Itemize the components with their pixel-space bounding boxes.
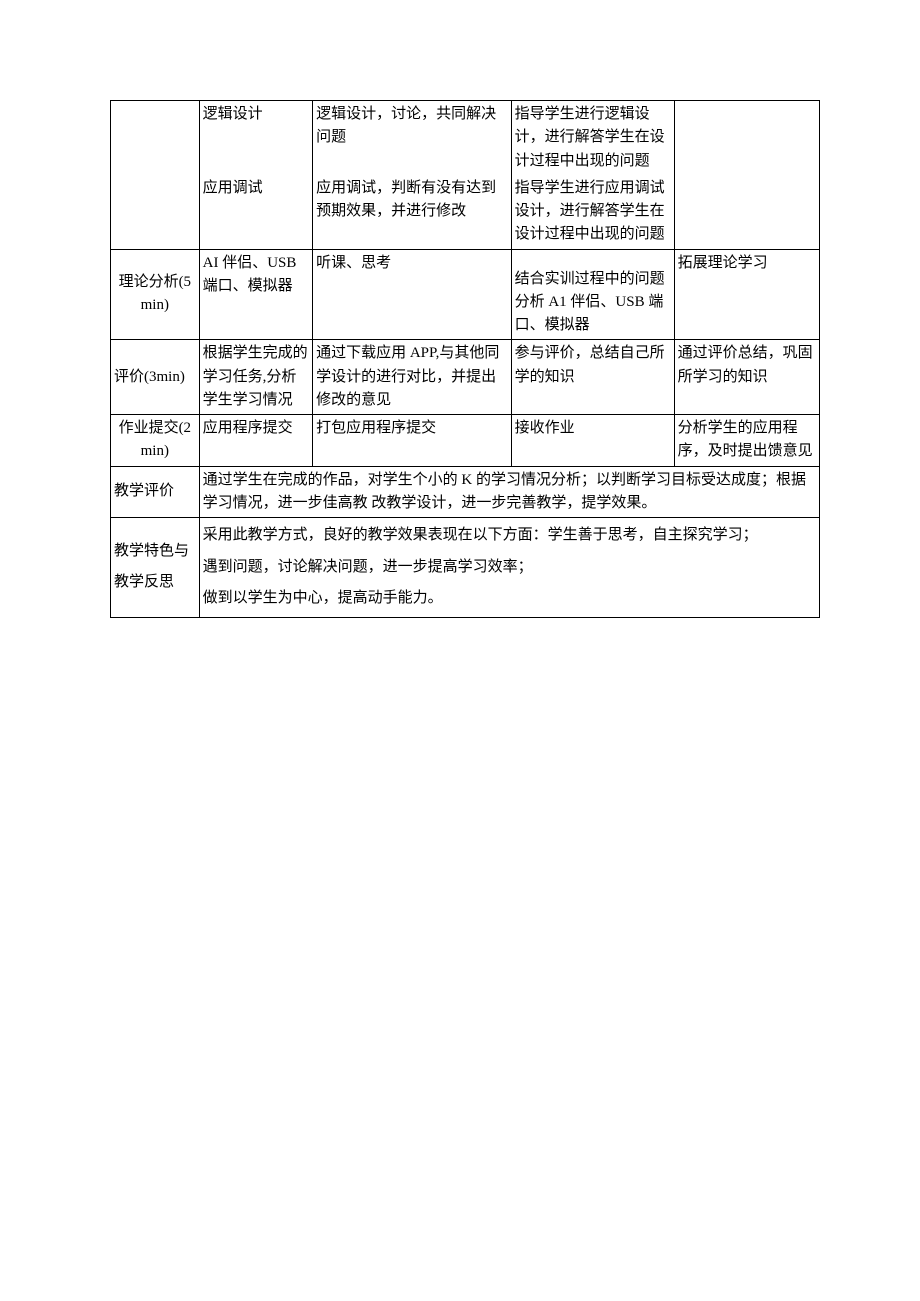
cell-content: 应用调试 (199, 175, 312, 249)
cell-student: 打包应用程序提交 (313, 415, 512, 467)
cell-stage: 理论分析(5min) (111, 249, 200, 340)
cell-student: 应用调试，判断有没有达到预期效果，并进行修改 (313, 175, 512, 249)
cell-stage: 教学评价 (111, 466, 200, 518)
table-row: 理论分析(5min) AI 伴侣、USB 端口、模拟器 听课、思考 结合实训过程… (111, 249, 820, 340)
cell-intent: 分析学生的应用程序，及时提出馈意见 (674, 415, 819, 467)
reflection-line: 遇到问题，讨论解决问题，进一步提高学习效率； (203, 552, 816, 584)
cell-intent (674, 175, 819, 249)
reflection-line: 采用此教学方式，良好的教学效果表现在以下方面：学生善于思考，自主探究学习； (203, 520, 816, 552)
cell-teacher: 接收作业 (511, 415, 674, 467)
cell-intent (674, 101, 819, 175)
table-row: 教学特色与教学反思 采用此教学方式，良好的教学效果表现在以下方面：学生善于思考，… (111, 518, 820, 618)
cell-teacher: 参与评价，总结自己所学的知识 (511, 340, 674, 415)
cell-intent: 通过评价总结，巩固所学习的知识 (674, 340, 819, 415)
table-row: 作业提交(2min) 应用程序提交 打包应用程序提交 接收作业 分析学生的应用程… (111, 415, 820, 467)
cell-student: 听课、思考 (313, 249, 512, 340)
cell-stage (111, 175, 200, 249)
reflection-line: 做到以学生为中心，提高动手能力。 (203, 583, 816, 615)
cell-stage: 评价(3min) (111, 340, 200, 415)
cell-content: 根据学生完成的学习任务,分析学生学习情况 (199, 340, 312, 415)
cell-content: AI 伴侣、USB 端口、模拟器 (199, 249, 312, 340)
cell-stage: 作业提交(2min) (111, 415, 200, 467)
cell-merged: 采用此教学方式，良好的教学效果表现在以下方面：学生善于思考，自主探究学习； 遇到… (199, 518, 819, 618)
cell-stage: 教学特色与教学反思 (111, 518, 200, 618)
cell-student: 逻辑设计，讨论，共同解决问题 (313, 101, 512, 175)
cell-teacher: 指导学生进行逻辑设计，进行解答学生在设计过程中出现的问题 (511, 101, 674, 175)
table-row: 教学评价 通过学生在完成的作品，对学生个小的 K 的学习情况分析；以判断学习目标… (111, 466, 820, 518)
table-row: 逻辑设计 逻辑设计，讨论，共同解决问题 指导学生进行逻辑设计，进行解答学生在设计… (111, 101, 820, 175)
cell-student: 通过下载应用 APP,与其他同学设计的进行对比，并提出修改的意见 (313, 340, 512, 415)
cell-merged: 通过学生在完成的作品，对学生个小的 K 的学习情况分析；以判断学习目标受达成度；… (199, 466, 819, 518)
table-row: 应用调试 应用调试，判断有没有达到预期效果，并进行修改 指导学生进行应用调试设计… (111, 175, 820, 249)
cell-teacher: 指导学生进行应用调试设计，进行解答学生在设计过程中出现的问题 (511, 175, 674, 249)
cell-intent: 拓展理论学习 (674, 249, 819, 340)
cell-content: 逻辑设计 (199, 101, 312, 175)
cell-stage (111, 101, 200, 175)
cell-content: 应用程序提交 (199, 415, 312, 467)
cell-teacher: 结合实训过程中的问题分析 A1 伴侣、USB 端口、模拟器 (511, 249, 674, 340)
table-row: 评价(3min) 根据学生完成的学习任务,分析学生学习情况 通过下载应用 APP… (111, 340, 820, 415)
lesson-table: 逻辑设计 逻辑设计，讨论，共同解决问题 指导学生进行逻辑设计，进行解答学生在设计… (110, 100, 820, 618)
